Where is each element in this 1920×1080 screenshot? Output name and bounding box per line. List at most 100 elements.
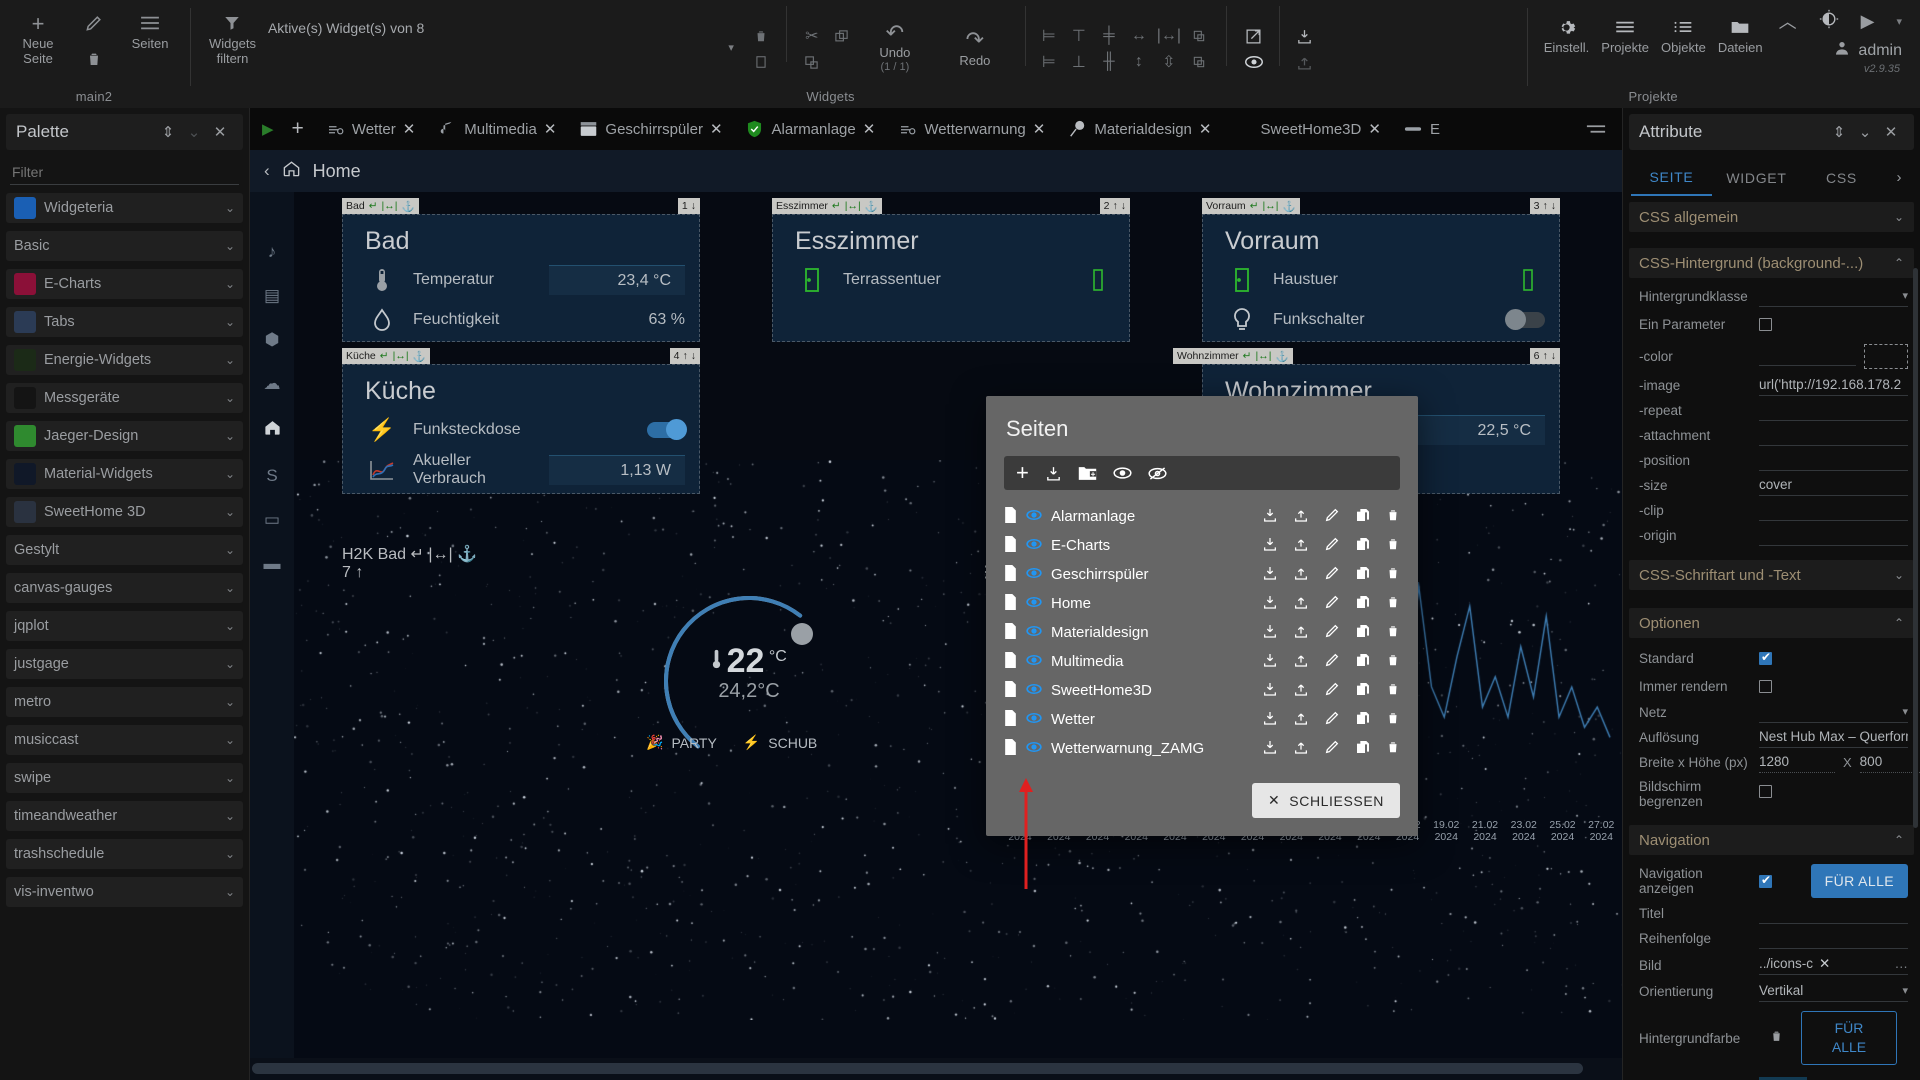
switch-toggle[interactable]	[647, 419, 687, 440]
tabs-next-icon[interactable]: ›	[1886, 169, 1912, 186]
import-icon[interactable]	[1262, 594, 1278, 614]
copy-icon[interactable]	[1355, 681, 1371, 701]
copy-icon[interactable]	[1355, 739, 1371, 759]
projects-button[interactable]: Projekte	[1595, 10, 1655, 59]
nav-scene-icon[interactable]: S	[266, 466, 277, 486]
section-css-allgemein[interactable]: CSS allgemein ⌄	[1629, 202, 1914, 232]
attr-row-size[interactable]: -size cover	[1629, 473, 1914, 498]
palette-item[interactable]: vis-inventwo ⌄	[6, 877, 243, 907]
collapse-icon[interactable]: ⌄	[1852, 123, 1878, 141]
width-icon[interactable]: |↔|	[382, 200, 398, 212]
wrap-icon[interactable]: ↵	[832, 200, 841, 212]
import-icon[interactable]	[1262, 710, 1278, 730]
trash-icon[interactable]	[1386, 710, 1400, 730]
redo-button[interactable]: ↷ Redo	[935, 23, 1015, 72]
page-row[interactable]: Wetterwarnung_ZAMG	[1004, 734, 1400, 763]
trash-icon[interactable]	[748, 24, 774, 48]
move-down-icon[interactable]: ↓	[691, 350, 696, 362]
palette-item[interactable]: SweetHome 3D ⌄	[6, 497, 243, 527]
equal-width-icon[interactable]: |↔|	[1156, 24, 1182, 48]
move-down-icon[interactable]: ↓	[691, 200, 696, 212]
equal-height-icon[interactable]: ⇳	[1156, 50, 1182, 74]
page-row[interactable]: Geschirrspüler	[1004, 560, 1400, 589]
import-icon[interactable]	[1262, 536, 1278, 556]
width-icon[interactable]: |↔|	[1255, 350, 1271, 362]
wrap-icon[interactable]: ↵	[1243, 350, 1252, 362]
attr-row-hintergrundklasse[interactable]: Hintergrundklasse ▾	[1629, 284, 1914, 309]
open-external-icon[interactable]	[1241, 24, 1267, 48]
eye-icon[interactable]	[1026, 740, 1042, 757]
pencil-icon[interactable]	[1324, 652, 1340, 672]
duplicate-icon[interactable]	[799, 50, 825, 74]
card-kueche[interactable]: Küche ↵ |↔| ⚓ 4 ↑ ↓ Küche ⚡ Funksteckdose	[342, 348, 700, 494]
tab-geschirrsp-ler[interactable]: Geschirrspüler ✕	[567, 108, 733, 150]
trash-icon[interactable]	[1386, 739, 1400, 759]
files-button[interactable]: Dateien	[1712, 10, 1769, 59]
attr-row-origin[interactable]: -origin	[1629, 523, 1914, 548]
close-tab-icon[interactable]: ✕	[1033, 120, 1046, 138]
pages-button[interactable]: Seiten	[122, 6, 178, 55]
close-icon[interactable]: ✕	[207, 123, 233, 141]
attr-value[interactable]	[1759, 904, 1908, 924]
import-icon[interactable]	[1262, 652, 1278, 672]
export-icon[interactable]	[1293, 594, 1309, 614]
card-row[interactable]: Funkschalter	[1203, 300, 1559, 340]
switch-toggle[interactable]	[1505, 309, 1545, 330]
chevron-down-icon[interactable]: ▾	[1896, 15, 1902, 28]
width-input[interactable]: 1280	[1759, 753, 1835, 773]
eye-icon[interactable]	[1026, 595, 1042, 612]
filter-input[interactable]	[10, 160, 239, 185]
export-icon[interactable]	[1293, 739, 1309, 759]
palette-item[interactable]: timeandweather ⌄	[6, 801, 243, 831]
attr-value[interactable]	[1759, 401, 1908, 421]
new-page-button[interactable]: + Neue Seite	[10, 6, 66, 70]
card-handle[interactable]: Esszimmer ↵ |↔| ⚓	[772, 198, 882, 214]
trash-icon[interactable]	[1386, 623, 1400, 643]
delete-page-button[interactable]	[66, 42, 122, 76]
eye-icon[interactable]	[1026, 682, 1042, 699]
palette-item[interactable]: Tabs ⌄	[6, 307, 243, 337]
scrollbar-thumb[interactable]	[252, 1063, 1583, 1074]
tab-css[interactable]: CSS	[1801, 160, 1882, 195]
align-center-vertical-icon[interactable]: ╪	[1096, 24, 1122, 48]
attr-row-bgcolor-swatch[interactable]	[1629, 1072, 1914, 1080]
attr-row-standard[interactable]: Standard	[1629, 644, 1914, 672]
tab-wetter[interactable]: Wetter ✕	[314, 108, 426, 150]
filter-widgets-button[interactable]: Widgets filtern	[203, 6, 262, 70]
pencil-icon[interactable]	[1324, 739, 1340, 759]
boost-mode-button[interactable]: ⚡ SCHUB	[743, 734, 817, 751]
copy-icon[interactable]	[1355, 536, 1371, 556]
distribute-vertical-icon[interactable]: ↕	[1126, 50, 1152, 74]
chevron-up-icon[interactable]: ︿	[1779, 8, 1797, 34]
anchor-icon[interactable]: ⚓	[457, 546, 477, 563]
palette-item[interactable]: musiccast ⌄	[6, 725, 243, 755]
attr-value[interactable]	[1759, 346, 1856, 366]
back-chevron-icon[interactable]: ‹	[264, 161, 270, 181]
align-center-horizontal-icon[interactable]: ╫	[1096, 50, 1122, 74]
attr-select[interactable]: Vertikal ▾	[1759, 982, 1908, 1002]
attr-select[interactable]: ▾	[1759, 703, 1908, 723]
palette-item[interactable]: Jaeger-Design ⌄	[6, 421, 243, 451]
close-tab-icon[interactable]: ✕	[863, 120, 876, 138]
card-handle[interactable]: H2K Bad ↵ |↔| ⚓	[342, 544, 702, 564]
anchor-icon[interactable]: ⚓	[401, 200, 414, 213]
card-handle[interactable]: Bad ↵ |↔| ⚓	[342, 198, 419, 214]
attr-row-attachment[interactable]: -attachment	[1629, 423, 1914, 448]
add-tab-icon[interactable]: +	[282, 117, 314, 141]
distribute-horizontal-icon[interactable]: ↔	[1126, 24, 1152, 48]
attr-row-image[interactable]: -image url('http://192.168.178.2	[1629, 373, 1914, 398]
tab-e[interactable]: E	[1392, 108, 1451, 150]
attr-row-hintergrundfarbe[interactable]: Hintergrundfarbe FÜR ALLE	[1629, 1004, 1914, 1072]
copy-icon[interactable]	[1355, 565, 1371, 585]
palette-item[interactable]: Material-Widgets ⌄	[6, 459, 243, 489]
pencil-icon[interactable]	[1324, 507, 1340, 527]
import-icon[interactable]	[1262, 681, 1278, 701]
export-icon[interactable]	[1293, 681, 1309, 701]
tab-alarmanlage[interactable]: Alarmanlage ✕	[734, 108, 887, 150]
trash-icon[interactable]	[1386, 652, 1400, 672]
width-icon[interactable]: |↔|	[393, 350, 409, 362]
attr-value[interactable]	[1759, 451, 1908, 471]
width-icon[interactable]: |↔|	[1263, 200, 1279, 212]
wrap-icon[interactable]: ↵	[369, 200, 378, 212]
attr-row-bild[interactable]: Bild ../icons-c ✕ …	[1629, 951, 1914, 979]
